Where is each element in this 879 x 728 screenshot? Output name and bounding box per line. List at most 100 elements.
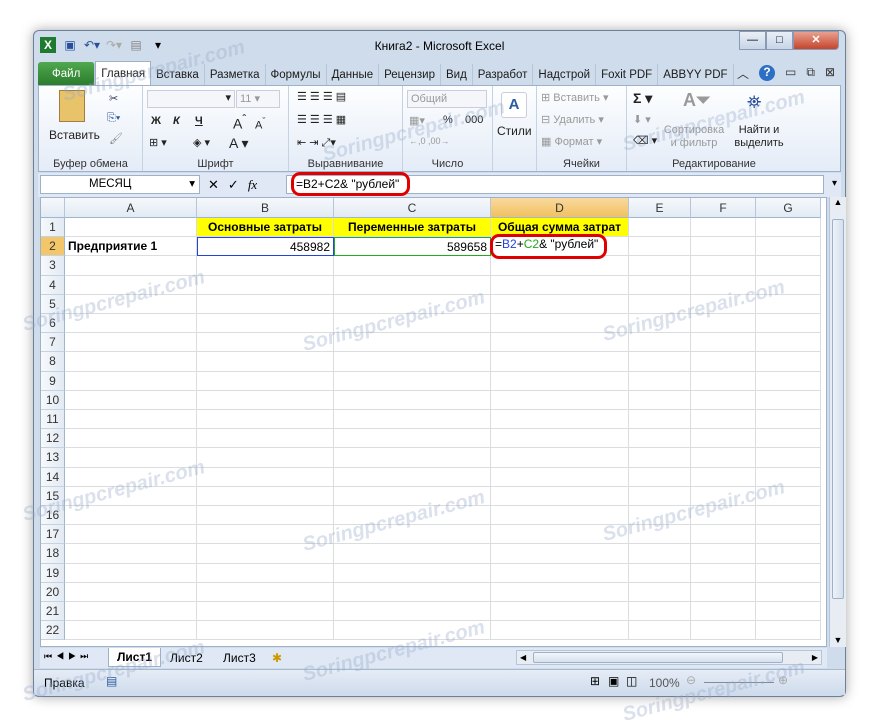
cell[interactable] (197, 583, 334, 602)
tab-file[interactable]: Файл (38, 62, 95, 86)
sort-filter-icon[interactable]: A⏷ (683, 90, 710, 111)
currency-icon[interactable]: ▦▾ (409, 114, 425, 127)
cell[interactable] (65, 506, 197, 525)
cell[interactable] (491, 487, 629, 506)
cell[interactable] (756, 237, 821, 256)
horizontal-align-icons[interactable]: ☰ ☰ ☰ ▦ (297, 113, 346, 126)
decimal-icons[interactable]: ←,0 ,00→ (409, 136, 450, 146)
fill-icon[interactable]: ⬇ ▾ (633, 113, 651, 126)
bold-button[interactable]: Ж (151, 115, 161, 127)
row-header[interactable]: 15 (41, 487, 65, 506)
paste-icon[interactable] (59, 90, 85, 122)
cell[interactable] (491, 525, 629, 544)
cell[interactable] (691, 525, 756, 544)
cell[interactable] (756, 544, 821, 563)
cell[interactable] (756, 391, 821, 410)
zoom-out-icon[interactable]: ⊖ (686, 673, 696, 687)
column-header[interactable]: D (491, 198, 629, 218)
cell[interactable] (65, 468, 197, 487)
cell[interactable] (334, 333, 491, 352)
cut-icon[interactable]: ✂ (109, 92, 118, 105)
cell[interactable] (65, 621, 197, 640)
cell[interactable] (691, 564, 756, 583)
horizontal-scroll-thumb[interactable] (533, 652, 783, 663)
sheet-tab-3[interactable]: Лист3 (215, 649, 264, 667)
cell[interactable] (491, 352, 629, 371)
indent-icons[interactable]: ⇤ ⇥ ⤢▾ (297, 136, 336, 150)
cell[interactable] (756, 352, 821, 371)
row-header[interactable]: 11 (41, 410, 65, 429)
cell[interactable] (491, 429, 629, 448)
cell[interactable] (756, 429, 821, 448)
zoom-level[interactable]: 100% (649, 676, 680, 690)
row-header[interactable]: 6 (41, 314, 65, 333)
row-header[interactable]: 18 (41, 544, 65, 563)
cell[interactable] (65, 256, 197, 275)
number-format-select[interactable]: Общий (407, 90, 487, 108)
cell[interactable] (197, 314, 334, 333)
scroll-right-icon[interactable]: ▶ (812, 651, 818, 664)
cell[interactable] (491, 621, 629, 640)
font-size-select[interactable]: 11 ▾ (236, 90, 280, 108)
cell[interactable] (629, 525, 691, 544)
cell[interactable] (65, 564, 197, 583)
row-header[interactable]: 9 (41, 372, 65, 391)
cell[interactable] (756, 218, 821, 237)
cell[interactable] (756, 602, 821, 621)
autosum-icon[interactable]: Σ ▾ (633, 90, 652, 107)
cell[interactable] (691, 506, 756, 525)
cell[interactable] (197, 410, 334, 429)
cell[interactable] (197, 295, 334, 314)
cell[interactable] (691, 372, 756, 391)
cell[interactable] (491, 256, 629, 275)
cell[interactable] (334, 621, 491, 640)
cell[interactable] (491, 602, 629, 621)
cell[interactable] (756, 564, 821, 583)
column-header[interactable]: A (65, 198, 197, 218)
cell[interactable] (334, 352, 491, 371)
row-header[interactable]: 3 (41, 256, 65, 275)
scroll-up-icon[interactable]: ▲ (830, 197, 846, 207)
cell[interactable] (491, 506, 629, 525)
cell-d2-editing[interactable]: =B2+C2& "рублей" (491, 237, 629, 256)
cell[interactable] (491, 564, 629, 583)
cell[interactable] (65, 352, 197, 371)
cell[interactable] (65, 448, 197, 467)
cell[interactable] (629, 295, 691, 314)
row-header[interactable]: 1 (41, 218, 65, 237)
cell[interactable] (65, 276, 197, 295)
column-header[interactable]: F (691, 198, 756, 218)
cell[interactable] (756, 525, 821, 544)
cell[interactable] (65, 314, 197, 333)
cell[interactable] (629, 506, 691, 525)
cell[interactable] (197, 372, 334, 391)
header-cell-c1[interactable]: Переменные затраты (334, 218, 491, 237)
cell[interactable] (491, 314, 629, 333)
cell[interactable] (197, 506, 334, 525)
cell[interactable] (334, 256, 491, 275)
cell[interactable] (629, 276, 691, 295)
workbook-minimize-icon[interactable]: ▭ (785, 65, 796, 82)
header-cell-b1[interactable]: Основные затраты (197, 218, 334, 237)
sheet-nav-icons[interactable]: ⏮◀▶⏭ (44, 651, 92, 662)
cell[interactable] (65, 525, 197, 544)
row-header[interactable]: 21 (41, 602, 65, 621)
cell[interactable] (65, 372, 197, 391)
cell[interactable] (756, 333, 821, 352)
cell[interactable] (491, 468, 629, 487)
thousands-button[interactable]: 000 (465, 114, 483, 126)
cell[interactable] (334, 525, 491, 544)
row-header[interactable]: 17 (41, 525, 65, 544)
cell[interactable] (65, 391, 197, 410)
scroll-left-icon[interactable]: ◀ (520, 651, 526, 664)
tab-addins[interactable]: Надстрой (533, 64, 596, 86)
close-button[interactable]: ✕ (793, 31, 839, 50)
cancel-icon[interactable]: ✕ (208, 175, 219, 194)
collapse-ribbon-icon[interactable]: ︿ (737, 65, 749, 82)
column-header[interactable]: E (629, 198, 691, 218)
paste-button[interactable]: Вставить (49, 128, 100, 142)
cell[interactable] (65, 583, 197, 602)
workbook-close-icon[interactable]: ⊠ (825, 65, 835, 82)
row-header[interactable]: 13 (41, 448, 65, 467)
view-page-break-icon[interactable]: ◫ (626, 674, 637, 688)
